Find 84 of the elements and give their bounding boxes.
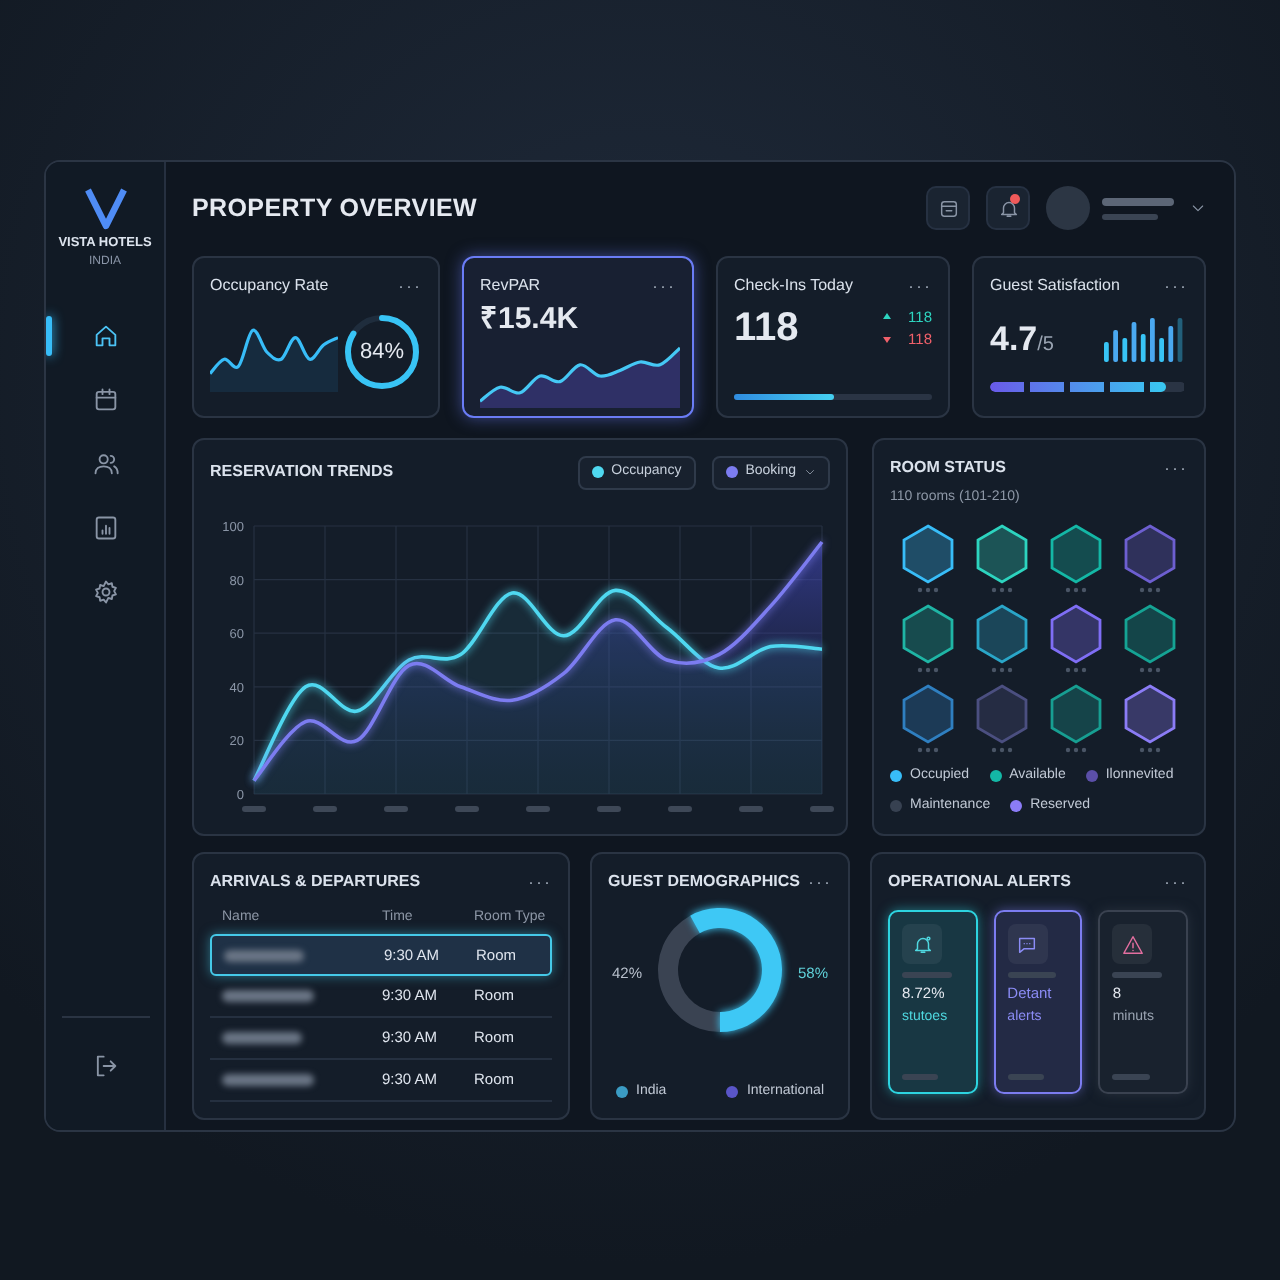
more-button[interactable]: ··· — [528, 870, 552, 894]
status-dots — [991, 746, 1012, 752]
text-placeholder — [902, 972, 952, 978]
chevron-down-icon — [1190, 200, 1206, 216]
kpi-card[interactable]: RevPAR ··· ₹15.4K — [462, 256, 694, 417]
kpi-card[interactable]: Occupancy Rate ··· 84% — [192, 256, 440, 417]
axis-label-placeholder — [668, 805, 692, 811]
calendar-icon — [937, 197, 959, 219]
bar-sparkline — [1104, 317, 1188, 362]
card-title: RevPAR — [480, 274, 541, 298]
calendar-button[interactable] — [926, 186, 970, 230]
axis-label-placeholder — [455, 805, 479, 811]
chart-title: GUEST DEMOGRAPHICS — [608, 870, 801, 894]
status-dots — [1140, 666, 1161, 672]
room-hexagon[interactable] — [901, 683, 953, 743]
more-button[interactable]: ··· — [908, 277, 932, 295]
caret-down-icon — [804, 466, 816, 479]
kpi-card[interactable]: Guest Satisfaction ··· 4.7/5 — [972, 256, 1206, 417]
room-hexagon[interactable] — [1125, 603, 1177, 663]
status-dots — [1066, 586, 1087, 592]
room-hexagon[interactable] — [1050, 523, 1102, 583]
room-hexagon[interactable] — [1050, 683, 1102, 743]
more-button[interactable]: ··· — [652, 277, 676, 295]
axis-label-placeholder — [739, 805, 763, 811]
report-icon — [91, 513, 119, 542]
settings-icon — [91, 577, 119, 606]
axis-label-placeholder — [384, 805, 408, 811]
chat-icon — [1016, 933, 1039, 955]
axis-label-placeholder — [313, 805, 337, 811]
calendar-icon — [91, 385, 119, 414]
card-title: Occupancy Rate — [210, 274, 329, 298]
rating-value: 4.7 — [990, 318, 1038, 362]
notification-button[interactable] — [986, 186, 1030, 230]
more-button[interactable]: ··· — [1164, 277, 1188, 295]
more-button[interactable]: ··· — [1164, 870, 1188, 894]
room-hexagon[interactable] — [901, 523, 953, 583]
status-dots — [917, 666, 938, 672]
avatar — [1046, 186, 1090, 230]
axis-label-placeholder — [810, 805, 834, 811]
down-triangle-icon — [882, 335, 893, 344]
up-triangle-icon — [882, 312, 893, 321]
panel-title: OPERATIONAL ALERTS — [888, 870, 1071, 894]
room-hexagon[interactable] — [1125, 683, 1177, 743]
room-hexagon[interactable] — [901, 603, 953, 663]
panel-title: ROOM STATUS — [890, 456, 1006, 480]
more-button[interactable]: ··· — [808, 870, 832, 894]
kpi-value: ₹15.4K — [480, 300, 581, 340]
status-dots — [1066, 666, 1087, 672]
status-dots — [917, 586, 938, 592]
room-hexagon[interactable] — [1050, 603, 1102, 663]
page-title: PROPERTY OVERVIEW — [192, 191, 480, 226]
card-title: Guest Satisfaction — [990, 274, 1120, 298]
text-placeholder — [1112, 1074, 1150, 1080]
ring-value: 84% — [359, 338, 405, 368]
status-dots — [991, 666, 1012, 672]
more-button[interactable]: ··· — [1164, 456, 1188, 480]
room-hexagon[interactable] — [976, 523, 1028, 583]
bell-icon — [997, 197, 1019, 219]
text-placeholder — [1112, 972, 1162, 978]
rating-scale: /5 — [1037, 332, 1054, 360]
axis-label-placeholder — [526, 805, 550, 811]
card-title: Check-Ins Today — [734, 274, 853, 298]
text-placeholder — [902, 1074, 939, 1080]
kpi-value: 118 — [734, 304, 801, 354]
axis-label-placeholder — [242, 805, 266, 811]
logout-icon — [91, 1052, 119, 1080]
users-icon — [91, 449, 119, 478]
progress-ring — [342, 312, 422, 393]
warning-icon — [1121, 933, 1144, 955]
panel-title: ARRIVALS & DEPARTURES — [210, 870, 421, 894]
axis-label-placeholder — [597, 805, 621, 811]
bell-icon — [911, 933, 933, 955]
status-dots — [917, 746, 938, 752]
more-button[interactable]: ··· — [398, 277, 422, 295]
status-dots — [1140, 586, 1161, 592]
status-dots — [1140, 746, 1161, 752]
home-icon — [91, 321, 119, 350]
room-hexagon[interactable] — [976, 603, 1028, 663]
logo-icon — [81, 186, 129, 230]
status-dots — [1066, 746, 1087, 752]
status-dots — [991, 586, 1012, 592]
chart-title: RESERVATION TRENDS — [210, 460, 396, 485]
name-placeholder — [1102, 197, 1174, 205]
role-placeholder — [1102, 213, 1158, 219]
